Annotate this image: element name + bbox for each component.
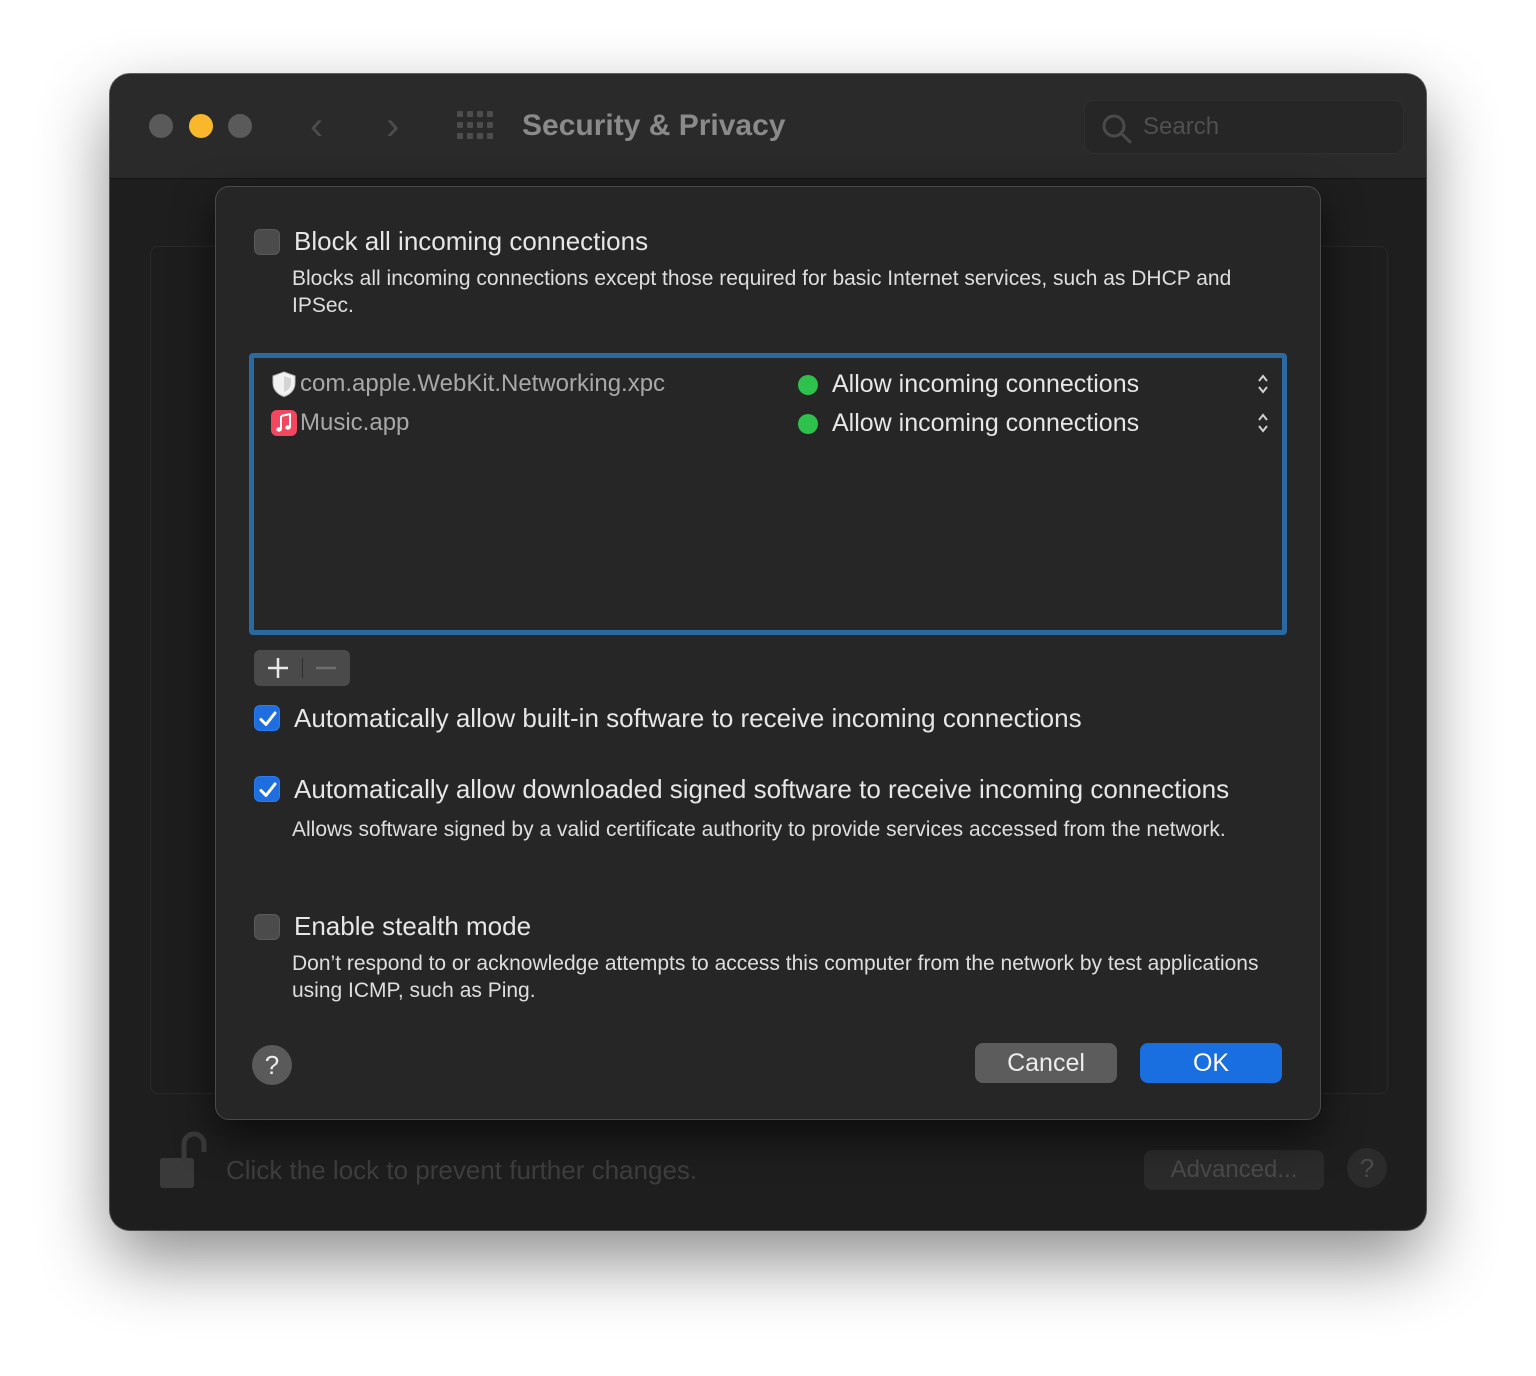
status-indicator-dot [798, 414, 818, 434]
cancel-button[interactable]: Cancel [975, 1043, 1117, 1083]
search-input[interactable] [1143, 113, 1383, 141]
zoom-button[interactable] [228, 114, 252, 138]
popup-stepper-icon[interactable] [1256, 411, 1270, 435]
auto-builtin-checkbox[interactable] [254, 705, 280, 731]
block-all-checkbox[interactable] [254, 229, 280, 255]
stealth-mode-checkbox[interactable] [254, 914, 280, 940]
add-app-button[interactable] [254, 650, 302, 686]
unlocked-lock-icon[interactable] [158, 1130, 208, 1190]
search-field[interactable] [1084, 100, 1404, 154]
checkmark-icon [259, 711, 277, 726]
connection-status-label[interactable]: Allow incoming connections [832, 368, 1139, 400]
auto-signed-description: Allows software signed by a valid certif… [292, 818, 1226, 841]
block-all-description: Blocks all incoming connections except t… [292, 267, 1232, 317]
stealth-mode-description: Don’t respond to or acknowledge attempts… [292, 952, 1259, 1002]
stealth-mode-label: Enable stealth mode [294, 911, 532, 941]
background-help-button[interactable]: ? [1347, 1148, 1387, 1188]
checkmark-icon [259, 782, 277, 797]
auto-signed-checkbox[interactable] [254, 776, 280, 802]
app-list-row[interactable]: com.apple.WebKit.Networking.xpc Allow in… [270, 366, 1270, 402]
app-name: Music.app [300, 409, 410, 436]
add-remove-control [254, 650, 350, 686]
titlebar: ‹ › Security & Privacy [110, 74, 1426, 179]
plus-icon [268, 658, 288, 678]
auto-builtin-label: Automatically allow built-in software to… [294, 703, 1082, 733]
remove-app-button[interactable] [302, 650, 350, 686]
ok-button[interactable]: OK [1140, 1043, 1282, 1083]
popup-stepper-icon[interactable] [1256, 372, 1270, 396]
window-title: Security & Privacy [522, 109, 786, 142]
block-all-label: Block all incoming connections [294, 226, 649, 256]
auto-signed-label: Automatically allow downloaded signed so… [294, 774, 1230, 804]
firewall-options-sheet: Block all incoming connections Blocks al… [215, 186, 1321, 1120]
minus-icon [316, 666, 336, 670]
help-button[interactable]: ? [252, 1045, 292, 1085]
minimize-button[interactable] [189, 114, 213, 138]
app-list-row[interactable]: Music.app Allow incoming connections [270, 405, 1270, 441]
lock-status-text: Click the lock to prevent further change… [226, 1155, 698, 1185]
app-list[interactable]: com.apple.WebKit.Networking.xpc Allow in… [249, 353, 1287, 635]
shield-icon [272, 371, 296, 398]
forward-chevron-icon[interactable]: › [386, 104, 399, 148]
close-button[interactable] [149, 114, 173, 138]
back-chevron-icon[interactable]: ‹ [310, 104, 323, 148]
status-indicator-dot [798, 375, 818, 395]
search-icon [1102, 114, 1132, 144]
connection-status-label[interactable]: Allow incoming connections [832, 407, 1139, 439]
advanced-button[interactable]: Advanced... [1144, 1150, 1324, 1190]
music-app-icon [271, 410, 297, 436]
show-all-grid-icon[interactable] [457, 111, 493, 141]
app-name: com.apple.WebKit.Networking.xpc [300, 370, 666, 397]
